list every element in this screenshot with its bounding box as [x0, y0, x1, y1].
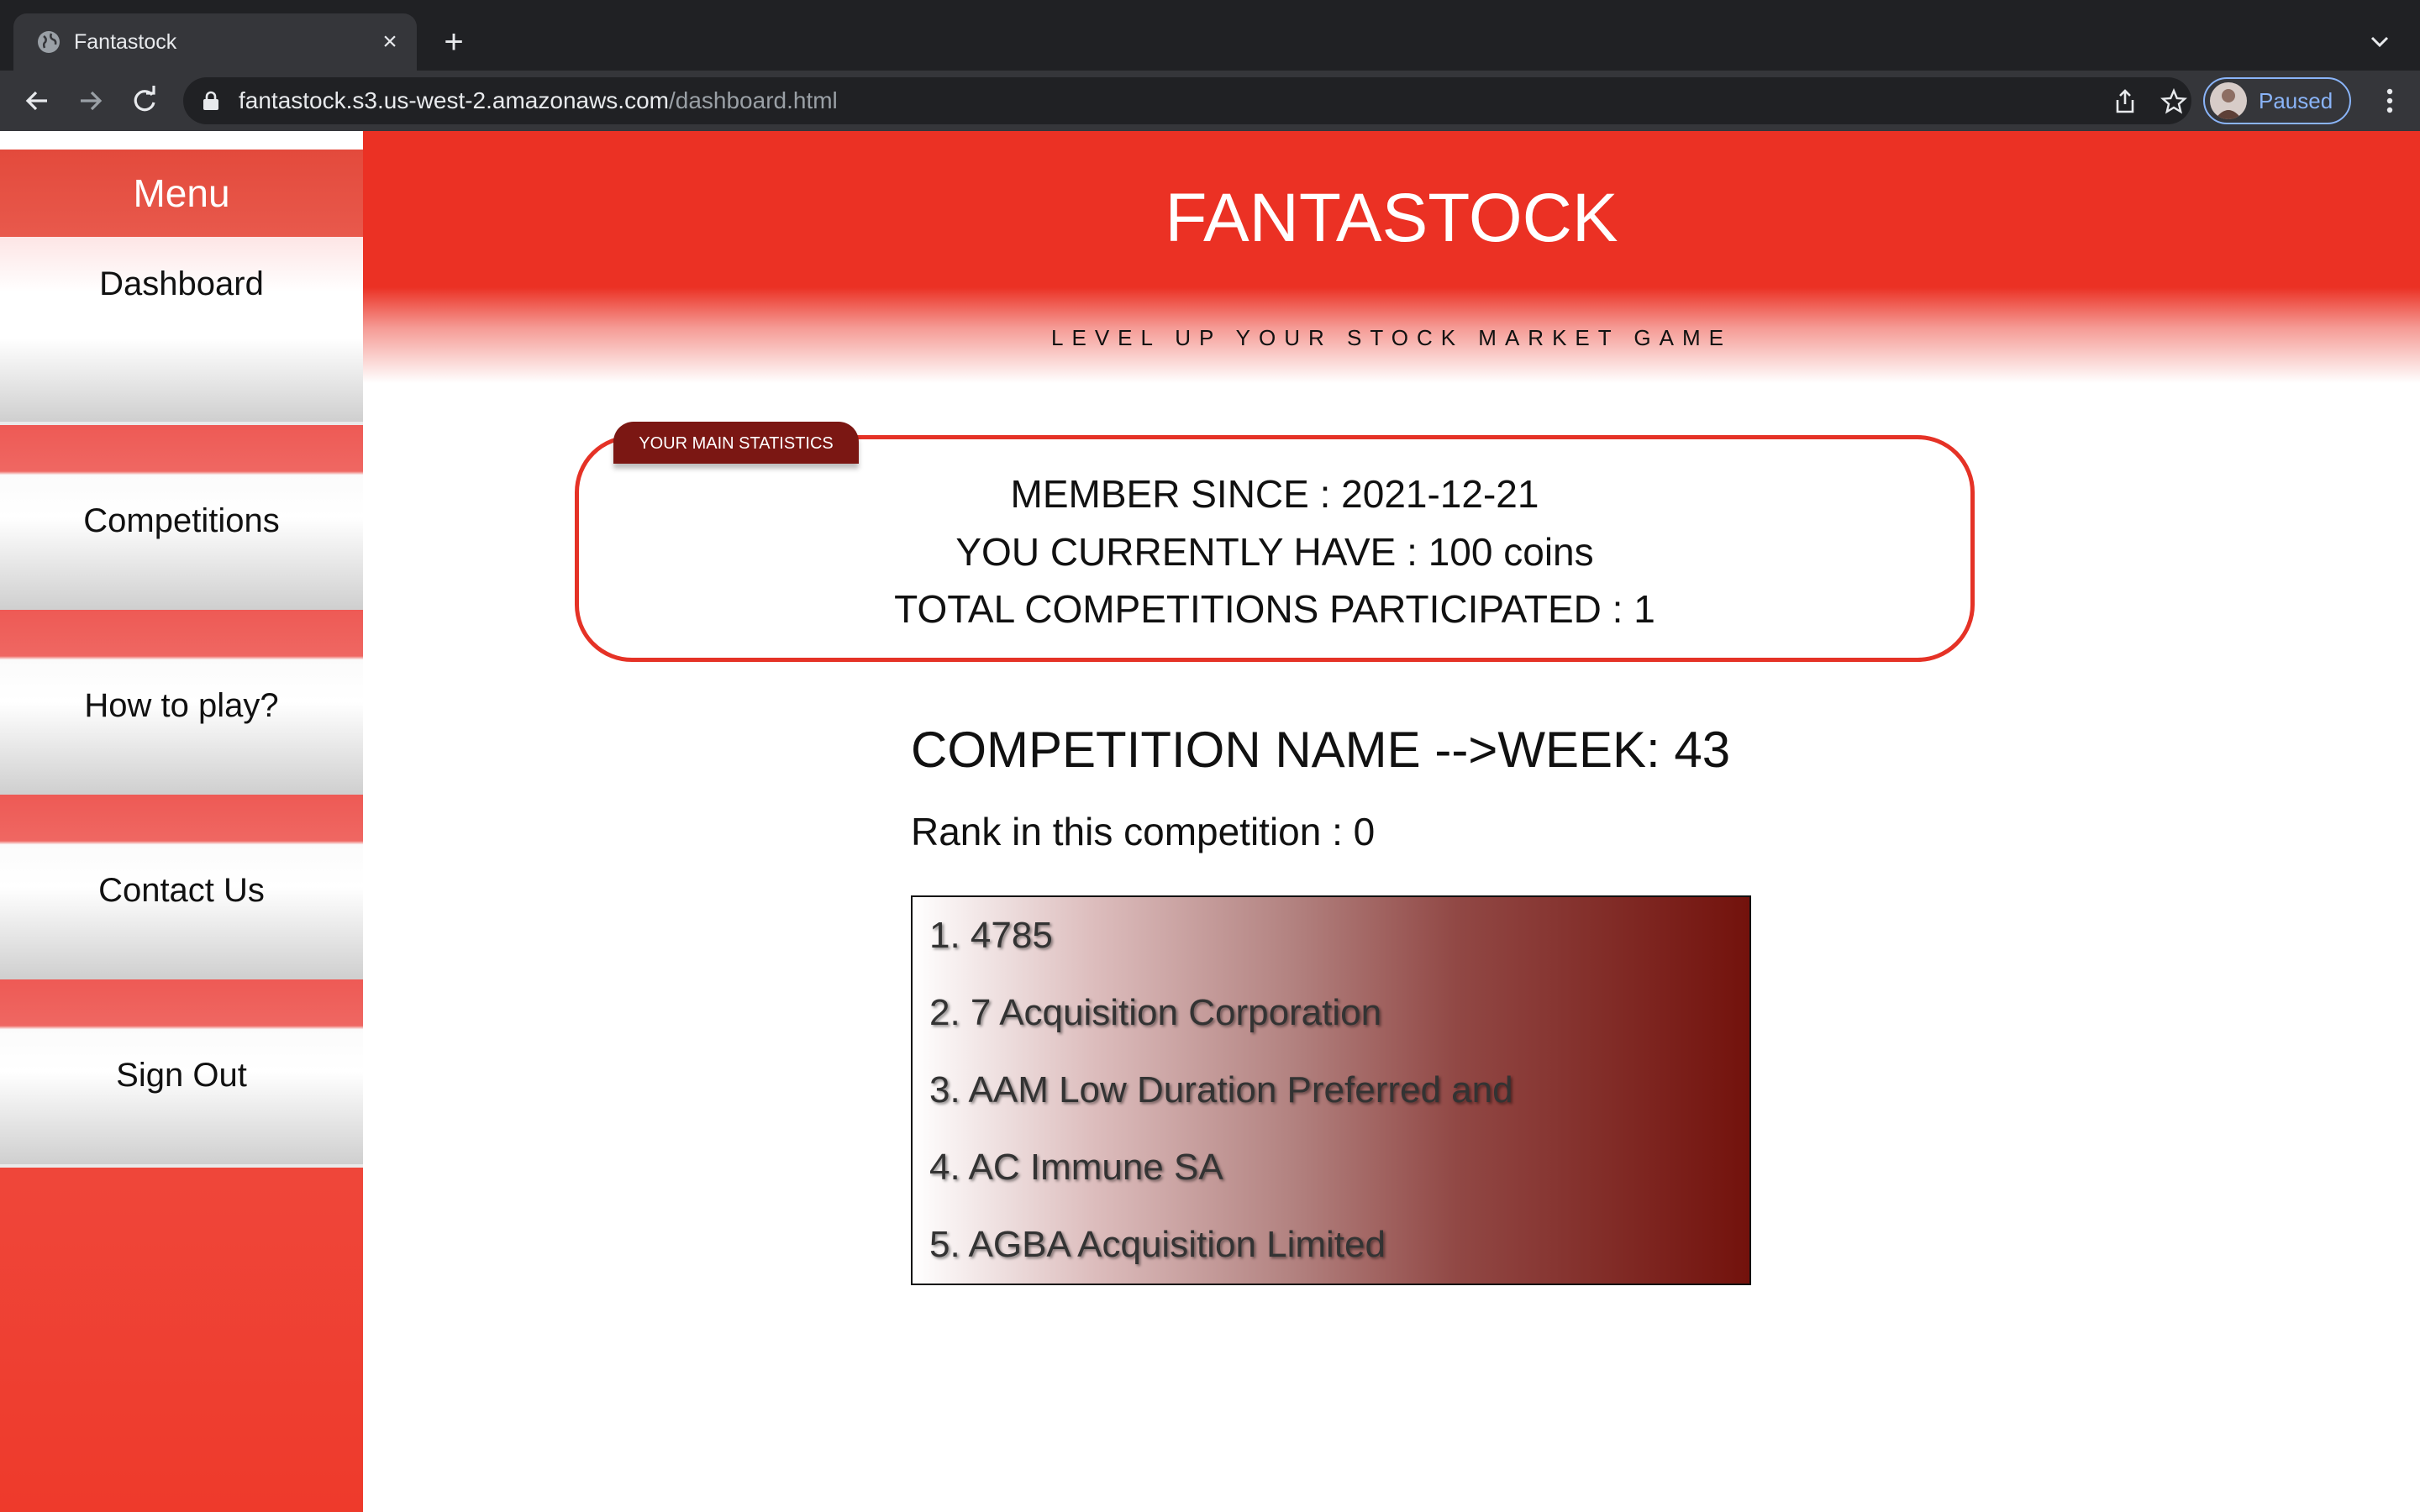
sidebar-item-contact-us[interactable]: Contact Us	[0, 795, 363, 983]
browser-toolbar: fantastock.s3.us-west-2.amazonaws.com/da…	[0, 71, 2420, 131]
sidebar-item-label: How to play?	[84, 687, 279, 724]
avatar	[2210, 82, 2247, 119]
sidebar-item-how-to-play[interactable]: How to play?	[0, 610, 363, 798]
browser-tab[interactable]: Fantastock ×	[13, 13, 417, 71]
tab-close-icon[interactable]: ×	[375, 27, 405, 57]
tab-title: Fantastock	[74, 30, 177, 54]
site-title: FANTASTOCK	[1165, 180, 1618, 256]
sidebar-item-label: Contact Us	[98, 872, 265, 909]
list-item: 5. AGBA Acquisition Limited	[929, 1224, 1386, 1265]
url-text[interactable]: fantastock.s3.us-west-2.amazonaws.com/da…	[239, 87, 838, 114]
chevron-down-icon[interactable]	[2363, 25, 2396, 59]
sidebar-item-label: Sign Out	[116, 1057, 247, 1094]
member-since-text: MEMBER SINCE : 2021-12-21	[1010, 472, 1539, 516]
list-item: 2. 7 Acquisition Corporation	[929, 992, 1382, 1033]
address-bar[interactable]: fantastock.s3.us-west-2.amazonaws.com/da…	[183, 77, 2191, 124]
more-menu-icon[interactable]	[2371, 82, 2408, 119]
stock-picks-list: 1. 4785 2. 7 Acquisition Corporation 3. …	[911, 895, 1751, 1285]
competitions-count-text: TOTAL COMPETITIONS PARTICIPATED : 1	[894, 587, 1655, 631]
competition-rank: Rank in this competition : 0	[911, 810, 1376, 853]
sidebar-top-strip	[0, 131, 363, 150]
site-tagline: LEVEL UP YOUR STOCK MARKET GAME	[1051, 325, 1732, 350]
menu-header: Menu	[0, 150, 363, 237]
profile-status: Paused	[2259, 88, 2333, 113]
avatar-image	[2215, 89, 2242, 119]
profile-button[interactable]: Paused	[2203, 77, 2351, 124]
url-path: /dashboard.html	[668, 87, 838, 113]
lock-icon[interactable]	[202, 91, 220, 111]
sidebar-item-competitions[interactable]: Competitions	[0, 425, 363, 613]
browser-tab-bar: Fantastock × +	[0, 0, 2420, 71]
list-item: 1. 4785	[929, 915, 1053, 956]
sidebar-item-sign-out[interactable]: Sign Out	[0, 979, 363, 1168]
url-host: fantastock.s3.us-west-2.amazonaws.com	[239, 87, 669, 113]
back-arrow-icon[interactable]	[18, 82, 55, 119]
globe-icon	[38, 31, 60, 53]
list-item: 4. AC Immune SA	[929, 1147, 1223, 1188]
coins-text: YOU CURRENTLY HAVE : 100 coins	[955, 530, 1594, 574]
reload-icon[interactable]	[126, 82, 163, 119]
new-tab-button[interactable]: +	[437, 25, 471, 59]
sidebar-item-label: Competitions	[83, 502, 280, 539]
main-statistics-tag: YOUR MAIN STATISTICS	[613, 422, 859, 464]
sidebar-item-label: Dashboard	[99, 265, 264, 302]
list-item: 3. AAM Low Duration Preferred and	[929, 1069, 1513, 1110]
competition-name: COMPETITION NAME -->WEEK: 43	[911, 722, 1731, 778]
sidebar-item-dashboard[interactable]: Dashboard	[0, 237, 363, 425]
site-header: FANTASTOCK LEVEL UP YOUR STOCK MARKET GA…	[363, 131, 2420, 383]
sidebar: Menu Dashboard Competitions How to play?…	[0, 131, 363, 1512]
star-bookmark-icon[interactable]	[2160, 87, 2188, 116]
share-icon[interactable]	[2111, 87, 2139, 116]
forward-arrow-icon[interactable]	[72, 82, 109, 119]
